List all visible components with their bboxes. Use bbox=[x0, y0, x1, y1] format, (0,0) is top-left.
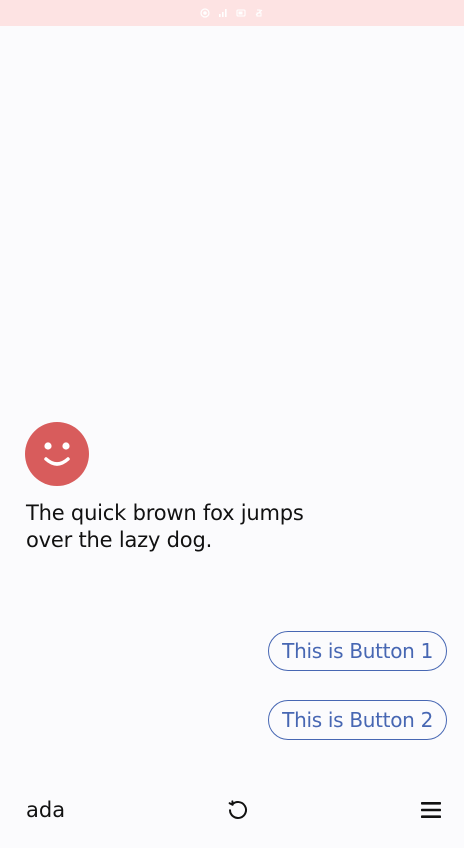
app-label: ada bbox=[26, 798, 66, 822]
button-1[interactable]: This is Button 1 bbox=[268, 631, 447, 671]
smiley-face-icon bbox=[44, 442, 70, 466]
button-2[interactable]: This is Button 2 bbox=[268, 700, 447, 740]
record-icon bbox=[200, 8, 210, 18]
status-bar bbox=[0, 0, 464, 26]
menu-button[interactable] bbox=[419, 799, 443, 821]
message-text: The quick brown fox jumps over the lazy … bbox=[26, 501, 304, 552]
bottom-bar: ada bbox=[0, 785, 464, 835]
battery-icon bbox=[236, 8, 246, 18]
refresh-icon bbox=[228, 800, 247, 819]
refresh-button[interactable] bbox=[225, 797, 251, 823]
avatar bbox=[25, 422, 89, 486]
signal-icon bbox=[218, 8, 228, 18]
rotation-lock-icon bbox=[254, 8, 264, 18]
hamburger-menu-icon bbox=[421, 802, 441, 818]
